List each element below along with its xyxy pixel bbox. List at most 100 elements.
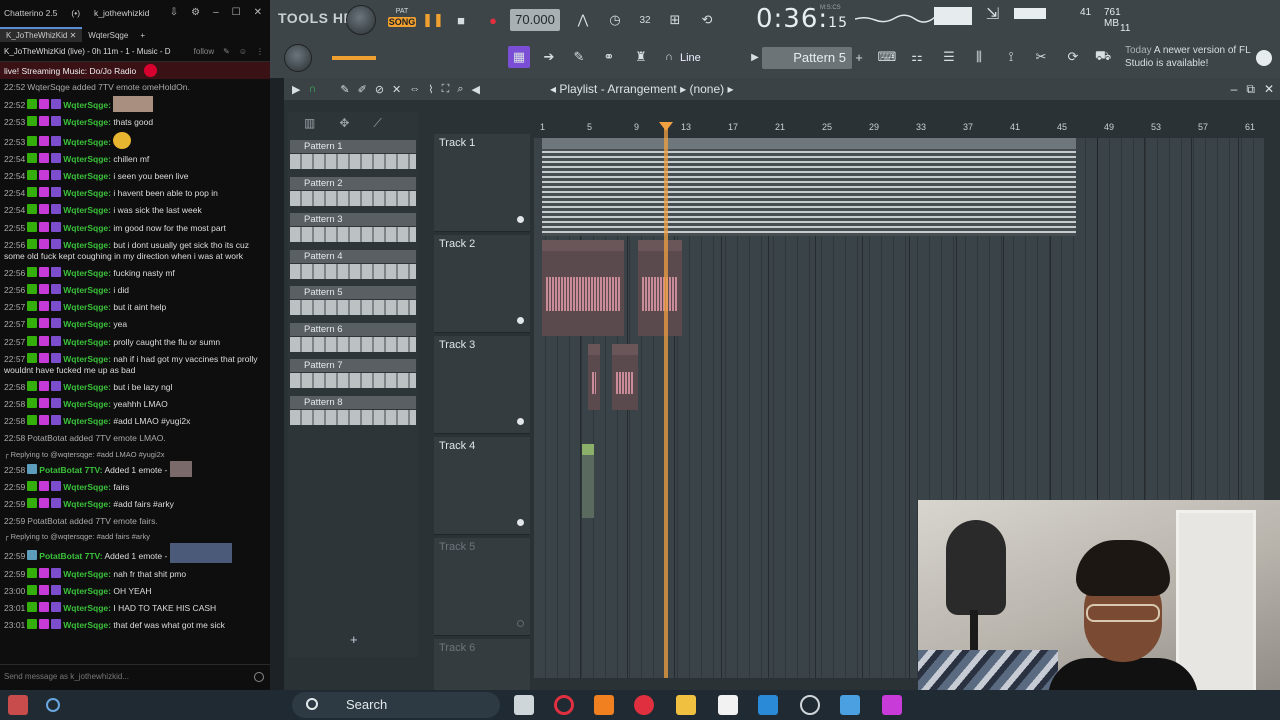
message-username[interactable]: WqterSqge: — [63, 285, 111, 295]
song-position-marker[interactable] — [659, 122, 673, 131]
pause-button[interactable]: ❚❚ — [422, 9, 444, 31]
message-username[interactable]: PotatBotat 7TV: — [39, 551, 102, 561]
message-username[interactable]: WqterSqge: — [63, 117, 111, 127]
minimize-icon[interactable]: – — [1231, 82, 1238, 97]
message-username[interactable]: WqterSqge: — [63, 337, 111, 347]
message-username[interactable]: WqterSqge: — [63, 268, 111, 278]
paint-icon[interactable]: ✐ — [358, 83, 367, 96]
chat-message[interactable]: 22:53 WqterSqge: — [4, 131, 266, 151]
track-mute-icon[interactable] — [517, 620, 524, 627]
users-icon[interactable]: ☺ — [239, 47, 247, 56]
picker-automation-icon[interactable]: ⟋ — [373, 116, 381, 131]
message-username[interactable]: WqterSqge: — [63, 188, 111, 198]
window-tab[interactable]: k_jothewhizkid — [94, 8, 149, 18]
message-username[interactable]: WqterSqge: — [63, 499, 111, 509]
pattern-item[interactable]: Pattern 1 — [290, 140, 416, 172]
mixer-icon[interactable]: ⫼ — [968, 46, 990, 68]
stop-button[interactable]: ■ — [450, 9, 472, 31]
zoom-icon[interactable]: ⌕ — [457, 83, 463, 96]
message-username[interactable]: WqterSqge: — [63, 223, 111, 233]
message-username[interactable]: WqterSqge: — [63, 171, 111, 181]
chat-message[interactable]: 22:52 WqterSqge: — [4, 96, 266, 114]
chat-message[interactable]: 22:58 WqterSqge: #add LMAO #yugi2x — [4, 413, 266, 430]
message-username[interactable]: WqterSqge: — [63, 154, 111, 164]
chat-message[interactable]: 22:53 WqterSqge: thats good — [4, 114, 266, 131]
chat-message[interactable]: 23:01 WqterSqge: that def was what got me… — [4, 617, 266, 634]
audio-clip[interactable] — [612, 344, 638, 410]
track-mute-icon[interactable] — [517, 317, 524, 324]
chat-message[interactable]: 22:59 WqterSqge: fairs — [4, 479, 266, 496]
chat-message[interactable]: 22:57 WqterSqge: nah if i had got my vacc… — [4, 351, 266, 379]
pattern-item[interactable]: Pattern 6 — [290, 322, 416, 355]
refresh-icon[interactable]: ⟳ — [1062, 46, 1084, 68]
delete-icon[interactable]: ⊘ — [375, 83, 384, 96]
track-header[interactable]: Track 3 — [434, 336, 530, 434]
chat-message[interactable]: 22:57 WqterSqge: yea — [4, 316, 266, 333]
chat-message[interactable]: 22:59 PotatBotat added 7TV emote fairs. — [4, 513, 266, 530]
add-pattern-icon[interactable]: + — [848, 46, 870, 68]
message-username[interactable]: WqterSqge: — [63, 100, 111, 110]
cut-icon[interactable]: ✂ — [1030, 46, 1052, 68]
track-header[interactable]: Track 5 — [434, 538, 530, 636]
tab-wqtersqge[interactable]: WqterSqge — [82, 29, 134, 42]
add-tab-button[interactable]: + — [134, 29, 151, 42]
message-username[interactable]: WqterSqge: — [63, 603, 111, 613]
follow-link[interactable]: follow — [194, 47, 214, 56]
chat-message[interactable]: 22:58 WqterSqge: yeahhh LMAO — [4, 396, 266, 413]
message-username[interactable]: WqterSqge: — [63, 319, 111, 329]
record-button[interactable]: ● — [482, 9, 504, 31]
emote-picker-icon[interactable] — [254, 672, 264, 682]
step-edit-icon[interactable]: ⊞ — [664, 9, 686, 31]
mute-icon[interactable]: ✕ — [392, 83, 401, 96]
app-icon[interactable] — [882, 695, 902, 715]
chat-message[interactable]: 22:54 WqterSqge: i seen you been live — [4, 168, 266, 185]
app-icon[interactable] — [634, 695, 654, 715]
chat-message[interactable]: ╭ Replying to @wqtersqge: #add fairs #ar… — [4, 530, 266, 543]
playlist-icon[interactable]: ☰ — [938, 46, 960, 68]
snap-selector[interactable]: Line — [676, 48, 740, 68]
shield-icon[interactable]: (•) — [71, 8, 80, 18]
image-app-icon[interactable] — [840, 695, 860, 715]
close-icon[interactable]: ✕ — [1264, 82, 1274, 97]
pat-song-toggle[interactable]: PAT SONG — [388, 8, 416, 34]
select-icon[interactable]: ⛶ — [442, 83, 450, 96]
message-list[interactable]: 22:52 WqterSqge added 7TV emote omeHoldOn… — [0, 79, 270, 634]
chat-message[interactable]: ╭ Replying to @wqtersqge: #add LMAO #yug… — [4, 448, 266, 461]
chat-message[interactable]: 22:57 WqterSqge: but it aint help — [4, 299, 266, 316]
pattern-item[interactable]: Pattern 4 — [290, 249, 416, 282]
piano-roll-icon[interactable]: ⌨ — [876, 46, 898, 68]
slip-icon[interactable]: ⇔ — [409, 83, 420, 95]
track-mute-icon[interactable] — [517, 519, 524, 526]
main-volume-knob[interactable] — [346, 5, 376, 35]
pattern-item[interactable]: Pattern 8 — [290, 395, 416, 428]
slice-icon[interactable]: ⌇ — [428, 83, 433, 96]
message-username[interactable]: WqterSqge: — [63, 482, 111, 492]
countdown-icon[interactable]: 32 — [634, 9, 656, 31]
pattern-item[interactable]: Pattern 2 — [290, 176, 416, 209]
chat-message[interactable]: 22:56 WqterSqge: fucking nasty mf — [4, 265, 266, 282]
chat-message[interactable]: 22:59 WqterSqge: nah fr that shit pmo — [4, 566, 266, 583]
download-icon[interactable]: ⇩ — [170, 7, 178, 18]
arrow-right-icon[interactable]: ➔ — [538, 46, 560, 68]
message-username[interactable]: WqterSqge: — [63, 382, 111, 392]
audio-clip[interactable]: car_EC — [542, 240, 624, 336]
master-pitch-knob[interactable] — [284, 44, 312, 72]
stamp-icon[interactable]: ♜ — [630, 46, 652, 68]
master-volume-slider[interactable] — [332, 56, 376, 60]
message-username[interactable]: WqterSqge: — [63, 137, 111, 147]
task-view-icon[interactable] — [514, 695, 534, 715]
taskbar-search[interactable]: Search — [292, 692, 500, 718]
chat-message[interactable]: 22:54 WqterSqge: chillen mf — [4, 151, 266, 168]
playlist-view-icon[interactable]: ▦ — [508, 46, 530, 68]
chat-message[interactable]: 22:56 WqterSqge: i did — [4, 282, 266, 299]
audio-clip[interactable] — [588, 344, 600, 410]
track-mute-icon[interactable] — [517, 216, 524, 223]
maximize-icon[interactable]: ☐ — [232, 7, 241, 18]
pattern-item[interactable]: Pattern 5 — [290, 286, 416, 318]
plugin-picker-icon[interactable]: ⟟ — [1000, 46, 1022, 68]
app-icon[interactable] — [8, 695, 28, 715]
pencil-icon[interactable]: ✎ — [340, 83, 349, 96]
draw-icon[interactable]: ✎ — [568, 46, 590, 68]
message-username[interactable]: WqterSqge: — [63, 205, 111, 215]
fl-studio-icon[interactable] — [594, 695, 614, 715]
